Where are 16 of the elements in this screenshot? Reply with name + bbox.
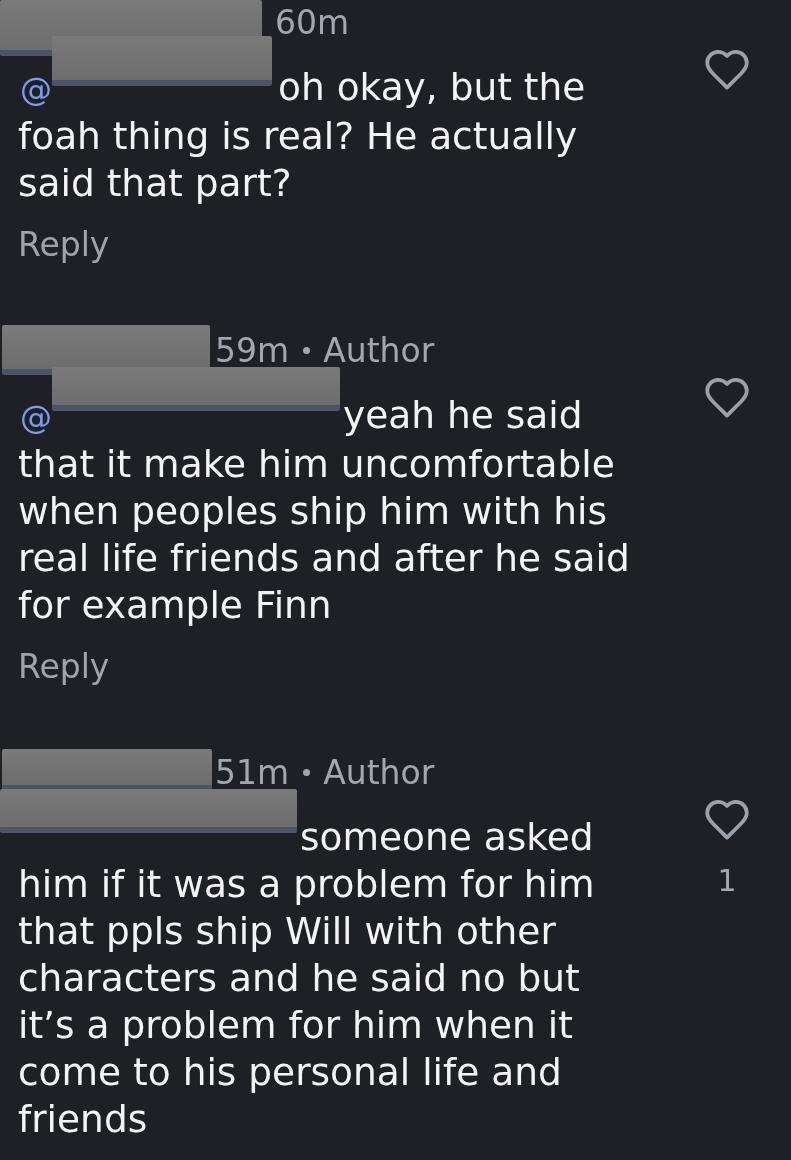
reply-button[interactable]: Reply	[18, 645, 110, 689]
timestamp: 51m	[215, 755, 290, 789]
comment-text: someone asked him if it was a problem for him that ppls ship Will with other characters and he said no but it’s a problem for him when it come to his personal life and friends	[18, 814, 596, 1143]
timestamp: 59m	[215, 333, 290, 367]
like-count: 1	[717, 863, 737, 899]
author-label: Author	[323, 755, 435, 789]
heart-icon[interactable]	[705, 378, 749, 418]
comment-text: @ yeah he said that it make him uncomfortable when peoples ship him with his real life friends and after he said for example Finn	[18, 392, 631, 629]
separator-dot-icon	[303, 346, 311, 354]
heart-icon[interactable]	[705, 800, 749, 840]
author-label: Author	[323, 333, 435, 367]
separator-dot-icon	[303, 768, 311, 776]
reply-button[interactable]: Reply	[18, 223, 110, 267]
comment-text: @ oh okay, but the foah thing is real? He actually said that part?	[18, 64, 587, 207]
heart-icon[interactable]	[705, 50, 749, 90]
timestamp: 60m	[275, 5, 350, 39]
